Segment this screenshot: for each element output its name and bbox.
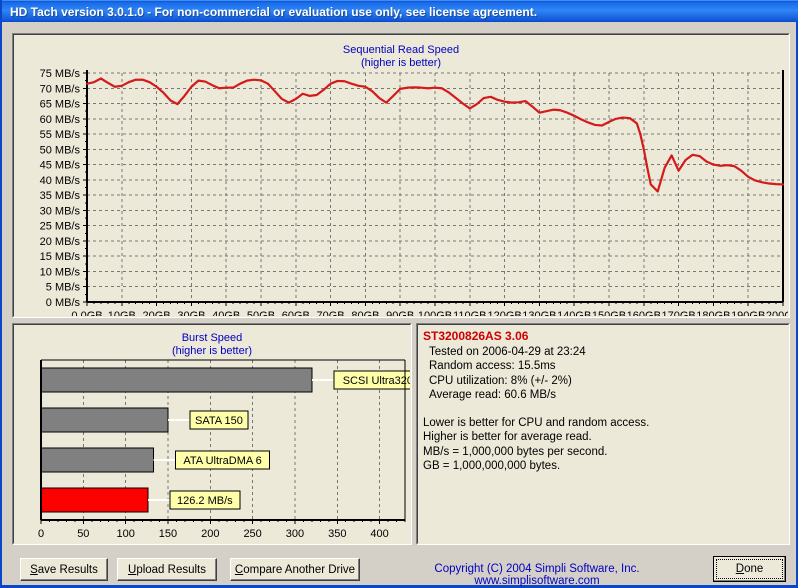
svg-text:15 MB/s: 15 MB/s [40, 251, 81, 263]
svg-text:200: 200 [201, 528, 219, 540]
svg-text:180GB: 180GB [696, 310, 730, 317]
title-bar: HD Tach version 3.0.1.0 - For non-commer… [2, 0, 798, 22]
cpu-utilization-label: CPU utilization: 8% (+/- 2%) [429, 374, 572, 387]
svg-text:140GB: 140GB [557, 310, 591, 317]
svg-text:120GB: 120GB [487, 310, 521, 317]
note-gb-definition: GB = 1,000,000,000 bytes. [423, 460, 561, 472]
compare-accel: C [234, 563, 244, 576]
done-button[interactable]: Done [713, 556, 786, 582]
svg-text:126.2 MB/s: 126.2 MB/s [177, 495, 233, 507]
svg-text:40GB: 40GB [212, 310, 240, 317]
svg-text:60GB: 60GB [282, 310, 310, 317]
drive-model-label: ST3200826AS 3.06 [423, 329, 529, 343]
svg-text:SATA 150: SATA 150 [195, 415, 243, 427]
svg-text:250: 250 [243, 528, 261, 540]
svg-text:10 MB/s: 10 MB/s [40, 266, 81, 278]
tested-on-label: Tested on 2006-04-29 at 23:24 [429, 345, 586, 358]
svg-text:90GB: 90GB [386, 310, 414, 317]
random-access-label: Random access: 15.5ms [429, 360, 556, 372]
svg-text:200GB: 200GB [766, 310, 789, 317]
svg-text:40 MB/s: 40 MB/s [40, 175, 81, 187]
svg-text:30GB: 30GB [177, 310, 205, 317]
focus-rectangle [716, 559, 783, 579]
upload-results-button[interactable]: Upload Results [117, 558, 217, 581]
svg-text:150: 150 [159, 528, 177, 540]
svg-text:50GB: 50GB [247, 310, 275, 317]
svg-text:400: 400 [370, 528, 388, 540]
svg-text:55 MB/s: 55 MB/s [40, 129, 81, 141]
svg-text:350: 350 [328, 528, 346, 540]
svg-text:35 MB/s: 35 MB/s [40, 190, 81, 202]
svg-text:25 MB/s: 25 MB/s [40, 221, 81, 233]
svg-text:100: 100 [116, 528, 134, 540]
window-title: HD Tach version 3.0.1.0 - For non-commer… [10, 4, 538, 19]
svg-text:190GB: 190GB [731, 310, 765, 317]
svg-text:170GB: 170GB [661, 310, 695, 317]
note-lower-better: Lower is better for CPU and random acces… [423, 416, 650, 429]
svg-text:65 MB/s: 65 MB/s [40, 99, 81, 111]
burst-speed-plot: SCSI Ultra320 SATA 150 ATA UltraDMA 6 126.2… [38, 359, 411, 540]
svg-text:75 MB/s: 75 MB/s [40, 68, 81, 80]
note-mbs-definition: MB/s = 1,000,000 bytes per second. [423, 445, 608, 458]
burst-speed-chart-panel: Burst Speed (higher is better) SCSI Ultr… [12, 323, 412, 545]
compare-another-drive-button[interactable]: Compare Another Drive [230, 558, 360, 581]
svg-text:5 MB/s: 5 MB/s [46, 282, 81, 294]
svg-text:10GB: 10GB [108, 310, 136, 317]
sequential-read-plot: 0 MB/s 5 MB/s 10 MB/s 15 MB/s 20 MB/s 25 MB/s… [40, 68, 789, 317]
svg-text:50: 50 [77, 528, 89, 540]
svg-text:45 MB/s: 45 MB/s [40, 160, 81, 172]
svg-text:60 MB/s: 60 MB/s [40, 114, 81, 126]
svg-text:110GB: 110GB [453, 310, 486, 317]
svg-text:80GB: 80GB [351, 310, 379, 317]
svg-text:30 MB/s: 30 MB/s [40, 205, 81, 217]
svg-text:20 MB/s: 20 MB/s [40, 236, 81, 248]
svg-text:300: 300 [286, 528, 304, 540]
svg-text:0,0GB: 0,0GB [71, 310, 102, 317]
svg-text:ATA UltraDMA 6: ATA UltraDMA 6 [183, 455, 261, 467]
svg-text:70GB: 70GB [317, 310, 345, 317]
svg-text:50 MB/s: 50 MB/s [40, 144, 81, 156]
svg-text:20GB: 20GB [143, 310, 171, 317]
svg-text:150GB: 150GB [592, 310, 626, 317]
svg-text:SCSI Ultra320: SCSI Ultra320 [343, 375, 411, 387]
svg-text:130GB: 130GB [522, 310, 556, 317]
svg-text:100GB: 100GB [418, 310, 452, 317]
hd-tach-window: HD Tach version 3.0.1.0 - For non-commer… [0, 0, 798, 588]
note-higher-better: Higher is better for average read. [423, 431, 592, 443]
upload-label-rest: pload Results [136, 563, 206, 576]
save-accel: S [30, 563, 38, 576]
save-results-button[interactable]: Save Results [20, 558, 108, 581]
drive-info-panel: ST3200826AS 3.06 Tested on 2006-04-29 at… [416, 323, 790, 545]
average-read-label: Average read: 60.6 MB/s [429, 389, 556, 401]
save-label-rest: ave Results [37, 563, 98, 576]
svg-text:70 MB/s: 70 MB/s [40, 83, 81, 95]
sequential-read-chart-panel: Sequential Read Speed (higher is better)… [12, 33, 790, 318]
compare-label-rest: ompare Another Drive [243, 563, 356, 576]
svg-text:160GB: 160GB [627, 310, 661, 317]
copyright-label: Copyright (C) 2004 Simpli Software, Inc.… [434, 563, 640, 587]
svg-text:0: 0 [38, 528, 44, 540]
svg-text:0 MB/s: 0 MB/s [46, 297, 81, 309]
